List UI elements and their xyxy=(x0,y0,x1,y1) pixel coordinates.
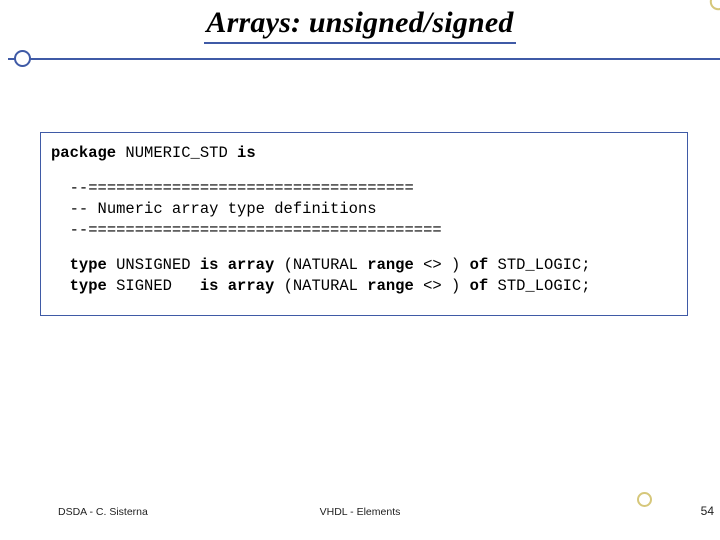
kw-is-array: is array xyxy=(200,277,274,295)
code-box: package NUMERIC_STD is --===============… xyxy=(40,132,688,316)
header-rule xyxy=(8,58,720,60)
code-text xyxy=(51,256,70,274)
kw-range: range xyxy=(367,277,414,295)
code-text: UNSIGNED xyxy=(107,256,200,274)
code-comment-line: -- Numeric array type definitions xyxy=(51,199,675,220)
code-type-unsigned: type UNSIGNED is array (NATURAL range <>… xyxy=(51,255,675,276)
kw-type: type xyxy=(70,256,107,274)
decorative-circle-bottom-right xyxy=(637,492,652,507)
code-text: <> ) xyxy=(414,256,470,274)
kw-is: is xyxy=(237,144,256,162)
code-text: STD_LOGIC; xyxy=(488,277,590,295)
decorative-circle-left xyxy=(14,50,31,67)
code-sep-line: --=================================== xyxy=(51,178,675,199)
code-sep-line: --====================================== xyxy=(51,220,675,241)
code-text: --=================================== xyxy=(70,179,414,197)
code-text: (NATURAL xyxy=(274,277,367,295)
footer-center: VHDL - Elements xyxy=(0,506,720,518)
page-number: 54 xyxy=(701,504,714,518)
title-wrap: Arrays: unsigned/signed xyxy=(0,6,720,44)
code-type-signed: type SIGNED is array (NATURAL range <> )… xyxy=(51,276,675,297)
code-text: NUMERIC_STD xyxy=(116,144,237,162)
kw-is-array: is array xyxy=(200,256,274,274)
code-text: <> ) xyxy=(414,277,470,295)
code-text xyxy=(51,277,70,295)
code-package-line: package NUMERIC_STD is xyxy=(51,143,675,164)
code-text: STD_LOGIC; xyxy=(488,256,590,274)
kw-package: package xyxy=(51,144,116,162)
code-text: --====================================== xyxy=(70,221,442,239)
code-text: -- Numeric array type definitions xyxy=(70,200,377,218)
slide: Arrays: unsigned/signed package NUMERIC_… xyxy=(0,0,720,540)
code-text xyxy=(51,221,70,239)
code-text xyxy=(51,179,70,197)
code-text: SIGNED xyxy=(107,277,200,295)
kw-of: of xyxy=(470,256,489,274)
kw-type: type xyxy=(70,277,107,295)
kw-of: of xyxy=(470,277,489,295)
slide-title: Arrays: unsigned/signed xyxy=(204,6,515,44)
code-text xyxy=(51,200,70,218)
code-text: (NATURAL xyxy=(274,256,367,274)
kw-range: range xyxy=(367,256,414,274)
